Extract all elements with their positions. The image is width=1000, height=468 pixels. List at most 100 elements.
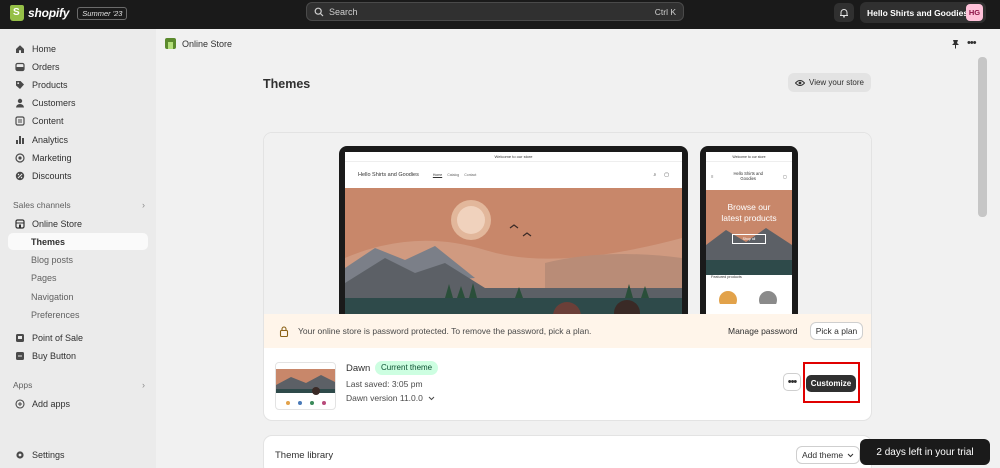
add-theme-button[interactable]: Add theme xyxy=(796,446,860,464)
sidebar-item-label: Discounts xyxy=(32,170,72,181)
desktop-preview: Welcome to our store Hello Shirts and Go… xyxy=(339,146,688,316)
current-theme-card: Welcome to our store Hello Shirts and Go… xyxy=(263,132,872,421)
sidebar: Home Orders Products Customers Content A… xyxy=(0,29,156,468)
preview-store-title: Hello Shirts and Goodies xyxy=(358,172,419,178)
sidebar-item-products[interactable]: Products xyxy=(8,76,148,93)
sidebar-item-label: Marketing xyxy=(32,152,72,163)
sidebar-item-label: Buy Button xyxy=(32,350,77,361)
content-icon xyxy=(14,115,25,126)
theme-version-text: Dawn version 11.0.0 xyxy=(346,393,423,403)
password-banner: Your online store is password protected.… xyxy=(264,314,871,348)
theme-thumbnail-illustration xyxy=(276,363,335,405)
sidebar-item-pages[interactable]: Pages xyxy=(8,269,148,286)
hero-illustration xyxy=(345,188,682,316)
pos-icon xyxy=(15,333,24,342)
breadcrumb-label: Online Store xyxy=(182,38,233,49)
edition-badge[interactable]: Summer '23 xyxy=(77,6,128,20)
buy-button-icon xyxy=(15,351,24,360)
sidebar-item-label: Point of Sale xyxy=(32,332,84,343)
sidebar-item-buy-button[interactable]: Buy Button xyxy=(8,347,148,364)
sidebar-item-marketing[interactable]: Marketing xyxy=(8,149,148,166)
sidebar-item-label: Orders xyxy=(32,61,60,72)
sidebar-item-blog-posts[interactable]: Blog posts xyxy=(8,251,148,268)
sidebar-item-customers[interactable]: Customers xyxy=(8,94,148,111)
customize-highlight-box xyxy=(803,362,860,403)
theme-version-dropdown[interactable]: Dawn version 11.0.0 xyxy=(346,393,435,403)
cart-icon: ▢ xyxy=(783,173,787,179)
sidebar-item-label: Customers xyxy=(32,97,76,108)
sidebar-item-navigation[interactable]: Navigation xyxy=(8,288,148,305)
sidebar-item-label: Content xyxy=(32,115,64,126)
theme-actions-button[interactable]: ••• xyxy=(783,373,801,391)
gear-icon xyxy=(15,450,24,459)
sidebar-item-content[interactable]: Content xyxy=(8,112,148,129)
view-store-label: View your store xyxy=(809,78,864,87)
mobile-hero-line1: Browse our xyxy=(727,202,771,212)
shopify-logo[interactable]: shopify Summer '23 xyxy=(10,5,128,21)
pin-icon[interactable] xyxy=(951,39,960,49)
sidebar-item-label: Online Store xyxy=(32,218,83,229)
trial-banner[interactable]: 2 days left in your trial xyxy=(860,439,990,465)
notifications-button[interactable] xyxy=(834,3,854,22)
sidebar-item-online-store[interactable]: Online Store xyxy=(8,215,148,232)
search-shortcut: Ctrl K xyxy=(654,6,676,17)
sales-channels-section[interactable]: Sales channels › xyxy=(13,200,145,210)
apps-section[interactable]: Apps › xyxy=(13,380,145,390)
preview-nav-link: Home xyxy=(432,173,443,177)
view-store-button[interactable]: View your store xyxy=(788,73,871,92)
manage-password-link[interactable]: Manage password xyxy=(728,326,797,336)
tag-icon xyxy=(15,80,24,89)
scrollbar[interactable] xyxy=(978,57,987,217)
chevron-right-icon: › xyxy=(142,200,145,210)
search-placeholder: Search xyxy=(329,6,358,17)
sidebar-item-point-of-sale[interactable]: Point of Sale xyxy=(8,329,148,346)
breadcrumb[interactable]: Online Store xyxy=(165,38,232,49)
logo-text: shopify xyxy=(28,6,70,20)
plus-circle-icon xyxy=(14,398,25,409)
menu-icon: ≡ xyxy=(711,173,714,179)
mobile-hero-button: Shop all xyxy=(732,234,766,244)
theme-name: Dawn xyxy=(346,363,371,374)
sales-channels-label: Sales channels xyxy=(13,200,71,210)
sidebar-item-home[interactable]: Home xyxy=(8,40,148,57)
top-bar: shopify Summer '23 Search Ctrl K Hello S… xyxy=(0,0,1000,29)
sidebar-item-preferences[interactable]: Preferences xyxy=(8,306,148,323)
search-icon xyxy=(314,7,324,16)
preview-nav-link: Catalog xyxy=(447,173,460,177)
sidebar-item-label: Blog posts xyxy=(31,254,74,265)
sidebar-item-label: Add apps xyxy=(32,398,71,409)
search-bar[interactable]: Search Ctrl K xyxy=(306,2,684,21)
sidebar-item-orders[interactable]: Orders xyxy=(8,58,148,75)
person-icon xyxy=(15,98,24,107)
mobile-hero-line2: latest products xyxy=(721,213,777,223)
sidebar-item-add-apps[interactable]: Add apps xyxy=(8,395,148,412)
sidebar-item-label: Themes xyxy=(31,236,66,247)
bar-chart-icon xyxy=(15,135,24,144)
chevron-down-icon xyxy=(428,396,435,400)
sidebar-item-analytics[interactable]: Analytics xyxy=(8,131,148,148)
sidebar-item-themes[interactable]: Themes xyxy=(8,233,148,250)
theme-library-card: Theme library Add theme xyxy=(263,435,872,468)
preview-nav-link: Contact xyxy=(464,173,477,177)
apps-label: Apps xyxy=(13,380,33,390)
more-actions-icon[interactable]: ••• xyxy=(967,37,977,49)
avatar: HG xyxy=(966,4,983,21)
sidebar-item-label: Navigation xyxy=(31,291,74,302)
theme-thumbnail[interactable] xyxy=(275,362,336,410)
lock-icon xyxy=(279,325,289,337)
theme-preview[interactable]: Welcome to our store Hello Shirts and Go… xyxy=(264,133,871,316)
add-theme-label: Add theme xyxy=(801,450,844,460)
discount-icon xyxy=(15,171,24,180)
mobile-featured-label: Featured products xyxy=(711,275,742,279)
search-icon: ⌕ xyxy=(653,172,657,178)
store-menu-button[interactable]: Hello Shirts and Goodies HG xyxy=(860,2,986,23)
theme-library-title: Theme library xyxy=(275,450,334,461)
sidebar-item-label: Home xyxy=(32,43,57,54)
preview-store-title: Hello Shirts and Goodies xyxy=(733,171,764,181)
bell-icon xyxy=(840,8,848,18)
mobile-preview: Welcome to our store ≡ Hello Shirts and … xyxy=(700,146,798,316)
sidebar-item-discounts[interactable]: Discounts xyxy=(8,167,148,184)
pick-plan-button[interactable]: Pick a plan xyxy=(810,322,863,340)
current-theme-badge: Current theme xyxy=(375,361,439,375)
sidebar-item-settings[interactable]: Settings xyxy=(8,446,148,463)
